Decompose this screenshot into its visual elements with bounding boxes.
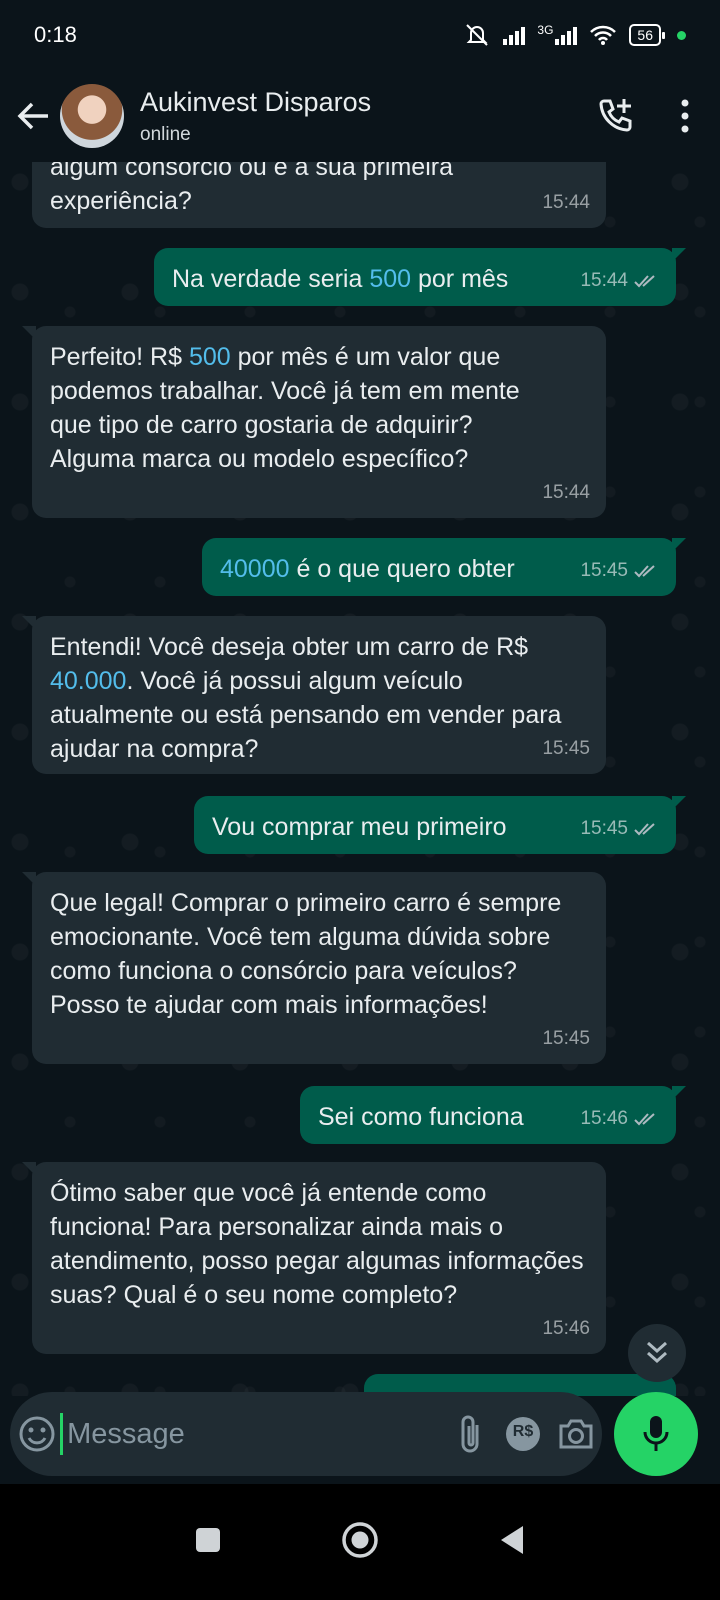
text-part: Entendi! Você deseja obter um carro de R…	[50, 633, 529, 661]
message-time: 15:45	[542, 1028, 590, 1049]
text-part: é o que quero obter	[289, 555, 515, 583]
message-time: 15:45	[580, 560, 628, 581]
message-time: 15:44	[542, 192, 590, 213]
contact-info[interactable]: Aukinvest Disparos online	[140, 87, 580, 146]
add-call-button[interactable]	[580, 70, 650, 162]
message-incoming[interactable]: Perfeito! R$ 500 por mês é um valor que …	[22, 326, 606, 518]
text-part: . Você já possui algum veículo atualment…	[50, 667, 562, 763]
mute-bell-icon	[466, 24, 489, 46]
battery-indicator: 56	[629, 24, 665, 46]
message-text: Perfeito! R$ 500 por mês é um valor que …	[50, 343, 520, 473]
message-text: 40000 é o que quero obter	[220, 555, 515, 583]
read-ticks-icon	[634, 565, 655, 578]
message-meta: 15:45	[580, 554, 660, 588]
home-circle-icon	[342, 1521, 378, 1558]
number-link[interactable]: 40.000	[50, 667, 126, 695]
message-outgoing[interactable]: Sei como funciona 15:46	[300, 1086, 686, 1144]
message-time: 15:46	[542, 1318, 590, 1339]
signal-icon-2	[555, 25, 578, 45]
wifi-icon	[590, 25, 617, 45]
payment-label: R$	[512, 1423, 534, 1440]
paperclip-icon	[461, 1415, 479, 1453]
triangle-back-icon	[501, 1525, 523, 1554]
message-text: Na verdade seria 500 por mês	[172, 265, 508, 293]
chat-area[interactable]: algum consórcio ou é a sua primeira expe…	[0, 162, 720, 1396]
number-link[interactable]: 40000	[220, 555, 290, 583]
back-nav-button[interactable]	[499, 1525, 525, 1560]
add-call-icon	[599, 99, 632, 132]
status-icons: 3G 56	[463, 22, 686, 48]
microphone-icon	[643, 1416, 669, 1451]
text-part: por mês	[411, 265, 509, 293]
message-incoming[interactable]: Que legal! Comprar o primeiro carro é se…	[22, 872, 606, 1064]
chat-header: Aukinvest Disparos online	[0, 70, 720, 162]
contact-status: online	[140, 123, 191, 145]
privacy-dot-icon	[677, 30, 686, 40]
home-button[interactable]	[341, 1521, 379, 1564]
double-chevron-down-icon	[647, 1341, 667, 1364]
more-vertical-icon	[681, 99, 689, 133]
number-link[interactable]: 500	[189, 343, 231, 371]
message-incoming[interactable]: Entendi! Você deseja obter um carro de R…	[22, 616, 606, 774]
message-incoming[interactable]: algum consórcio ou é a sua primeira expe…	[32, 162, 606, 228]
message-time: 15:45	[542, 738, 590, 759]
message-text: experiência?	[50, 187, 192, 215]
message-time: 15:46	[580, 1108, 628, 1129]
payment-button[interactable]: R$	[497, 1415, 550, 1453]
square-icon	[196, 1527, 220, 1552]
signal-icon	[503, 25, 526, 45]
message-time: 15:44	[542, 482, 590, 503]
camera-icon	[559, 1419, 593, 1449]
message-outgoing[interactable]: Vou comprar meu primeiro 15:45	[194, 796, 686, 854]
recents-button[interactable]	[195, 1527, 221, 1558]
message-meta: 15:44	[580, 264, 660, 298]
read-ticks-icon	[634, 1113, 655, 1126]
message-outgoing[interactable]: 40000 é o que quero obter 15:45	[202, 538, 686, 596]
message-input[interactable]	[60, 1413, 445, 1455]
message-meta: 15:46	[580, 1102, 660, 1136]
status-time: 0:18	[34, 22, 77, 47]
text-part: Perfeito! R$	[50, 343, 189, 371]
message-time: 15:45	[580, 818, 628, 839]
emoji-button[interactable]	[14, 1415, 60, 1453]
scroll-down-button[interactable]	[628, 1324, 686, 1382]
text-part: Na verdade seria	[172, 265, 370, 293]
menu-button[interactable]	[650, 70, 720, 162]
read-ticks-icon	[634, 275, 655, 288]
voice-message-button[interactable]	[614, 1392, 698, 1476]
message-meta: 15:45	[580, 812, 660, 846]
message-composer: R$	[10, 1392, 602, 1476]
message-outgoing[interactable]: Na verdade seria 500 por mês 15:44	[154, 248, 686, 306]
back-button[interactable]	[4, 70, 62, 162]
message-text: Ótimo saber que você já entende como fun…	[50, 1179, 584, 1309]
emoji-icon	[19, 1416, 55, 1452]
message-text: Entendi! Você deseja obter um carro de R…	[50, 633, 561, 763]
message-text: Vou comprar meu primeiro	[212, 813, 507, 841]
message-time: 15:44	[580, 270, 628, 291]
system-nav-bar	[0, 1484, 720, 1600]
message-text: Sei como funciona	[318, 1103, 524, 1131]
arrow-left-icon	[17, 102, 48, 130]
message-incoming[interactable]: Ótimo saber que você já entende como fun…	[22, 1162, 606, 1354]
camera-button[interactable]	[549, 1417, 602, 1451]
status-bar: 0:18 3G 56	[0, 0, 720, 70]
contact-name: Aukinvest Disparos	[140, 86, 372, 117]
message-text: Que legal! Comprar o primeiro carro é se…	[50, 889, 562, 1019]
read-ticks-icon	[634, 823, 655, 836]
attach-button[interactable]	[444, 1413, 497, 1455]
message-text: algum consórcio ou é a sua primeira	[50, 162, 453, 181]
network-type: 3G	[537, 23, 554, 37]
avatar[interactable]	[60, 84, 124, 148]
number-link[interactable]: 500	[369, 265, 411, 293]
